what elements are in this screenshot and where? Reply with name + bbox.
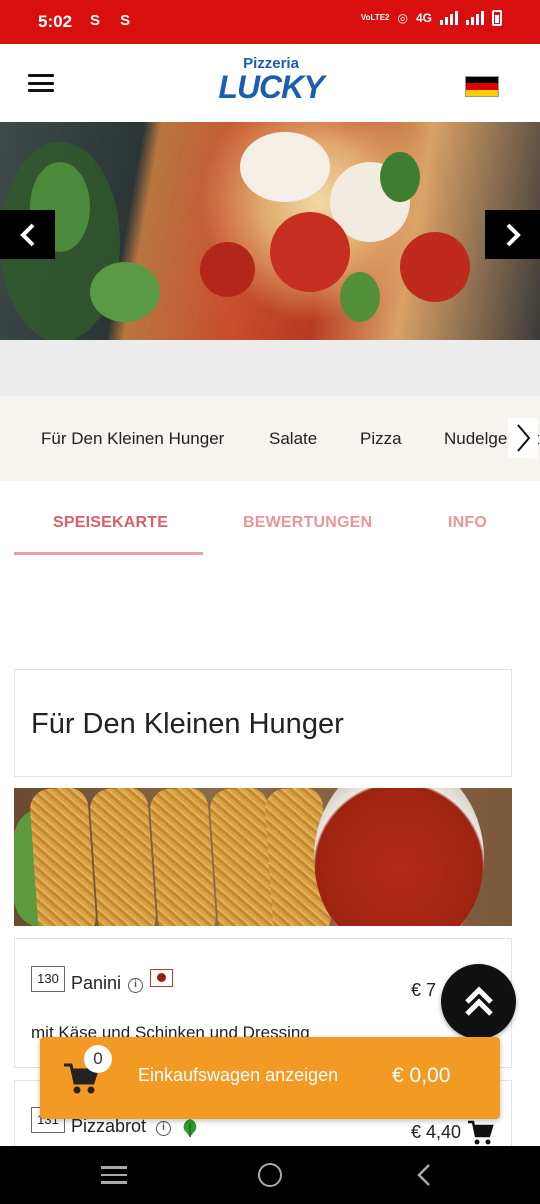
- german-flag-icon[interactable]: [465, 76, 499, 97]
- status-time: 5:02: [38, 12, 73, 31]
- status-bar: 5:02 S S VoLTE2 ◎ 4G: [0, 0, 540, 44]
- item-price: € 4,40: [411, 1122, 462, 1142]
- hero-bottom-band: [0, 340, 540, 396]
- item-name: Panini: [71, 973, 122, 993]
- status-notification-icons: S S: [90, 12, 139, 29]
- hamburger-icon[interactable]: [28, 74, 54, 92]
- pizzeria-logo[interactable]: Pizzeria LUCKY: [216, 56, 326, 105]
- back-icon[interactable]: [414, 1163, 434, 1187]
- tab-info[interactable]: INFO: [448, 514, 487, 532]
- tab-bewertungen[interactable]: BEWERTUNGEN: [243, 514, 372, 532]
- scroll-to-top-button[interactable]: [441, 964, 516, 1039]
- category-item-salate[interactable]: Salate: [269, 429, 317, 449]
- vegetarian-leaf-icon: [179, 1117, 201, 1144]
- network-type: 4G: [415, 11, 432, 25]
- category-item-pizza[interactable]: Pizza: [360, 429, 402, 449]
- cart-label: Einkaufswagen anzeigen: [138, 1065, 339, 1085]
- category-item-fuer-den-kleinen-hunger[interactable]: Für Den Kleinen Hunger: [41, 429, 224, 449]
- category-bar: Für Den Kleinen Hunger Salate Pizza Nude…: [0, 396, 540, 481]
- tab-bar: SPEISEKARTE BEWERTUNGEN INFO: [0, 488, 540, 558]
- cart-icon: [468, 1120, 494, 1145]
- section-header-card: Für Den Kleinen Hunger: [14, 669, 512, 777]
- recents-icon[interactable]: [101, 1166, 127, 1184]
- chevron-right-icon: [517, 424, 531, 452]
- battery-icon: [492, 10, 502, 26]
- hero-slider-image: [0, 122, 540, 340]
- active-tab-indicator: [14, 552, 203, 555]
- slider-next-button[interactable]: [485, 210, 540, 259]
- status-right-icons: VoLTE2 ◎ 4G: [361, 10, 502, 26]
- app-header: Pizzeria LUCKY: [0, 44, 540, 122]
- info-icon[interactable]: i: [128, 978, 143, 993]
- system-nav-bar: [0, 1146, 540, 1204]
- volte-label: VoLTE2: [360, 13, 390, 22]
- signal-icon-2: [466, 11, 484, 25]
- home-icon[interactable]: [258, 1163, 282, 1187]
- cart-count-badge: 0: [84, 1045, 112, 1073]
- slider-prev-button[interactable]: [0, 210, 55, 259]
- chevron-left-icon: [19, 223, 34, 246]
- category-scroll-right-button[interactable]: [508, 418, 538, 458]
- item-price: € 7: [411, 980, 437, 1000]
- item-name: Pizzabrot: [71, 1116, 147, 1136]
- chevron-right-icon: [506, 223, 521, 246]
- signal-icon: [440, 11, 458, 25]
- double-chevron-up-icon: [464, 985, 493, 1016]
- pork-badge-icon: [150, 969, 173, 987]
- cart-total: € 0,00: [392, 1064, 451, 1087]
- tab-speisekarte[interactable]: SPEISEKARTE: [53, 514, 168, 532]
- view-cart-button[interactable]: 0 Einkaufswagen anzeigen € 0,00: [40, 1037, 500, 1119]
- section-title: Für Den Kleinen Hunger: [31, 708, 344, 740]
- logo-line2: LUCKY: [218, 69, 324, 105]
- app-screen: 5:02 S S VoLTE2 ◎ 4G Pizzeria LUCKY Für …: [0, 0, 540, 1204]
- section-image-mozzarella-sticks: [14, 788, 512, 926]
- item-number: 130: [31, 966, 65, 992]
- info-icon[interactable]: i: [156, 1121, 171, 1136]
- hotspot-icon: ◎: [397, 11, 408, 25]
